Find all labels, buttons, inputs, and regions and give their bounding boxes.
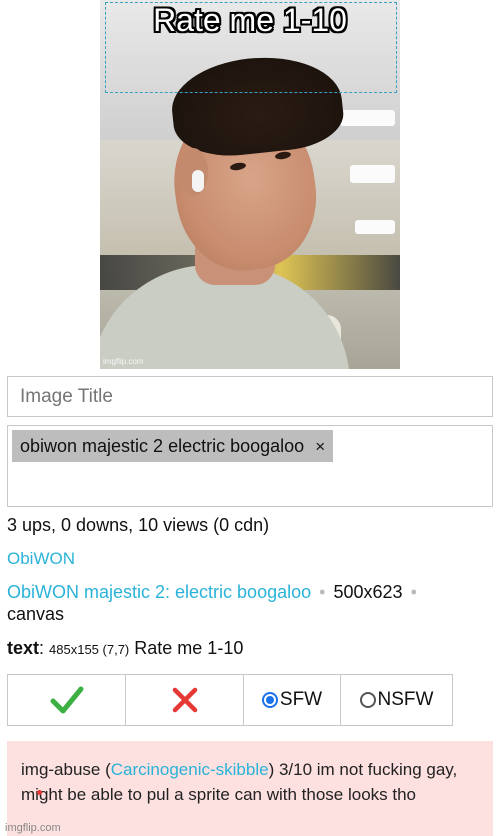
- image-meta: ObiWON majestic 2: electric boogaloo • 5…: [7, 581, 487, 625]
- tags-input[interactable]: obiwon majestic 2 electric boogaloo ×: [7, 425, 493, 507]
- flag-comment: img-abuse (Carcinogenic-skibble) 3/10 im…: [7, 741, 493, 836]
- separator: •: [319, 582, 326, 602]
- template-link[interactable]: ObiWON majestic 2: electric boogaloo: [7, 582, 311, 602]
- nsfw-label: NSFW: [377, 689, 434, 710]
- text-info: text: 485x155 (7,7) Rate me 1-10: [7, 638, 244, 658]
- ceiling-light: [355, 220, 395, 234]
- image-watermark: imgflip.com: [103, 357, 144, 366]
- checkmark-icon: [50, 686, 83, 714]
- tag-remove-icon[interactable]: ×: [315, 437, 325, 456]
- image-type: canvas: [7, 604, 65, 624]
- text-geometry: 485x155 (7,7): [49, 642, 130, 657]
- comment-prefix: img-abuse (: [21, 760, 111, 779]
- radio-selected-icon: [261, 692, 278, 708]
- comment-user-link[interactable]: Carcinogenic-skibble: [111, 760, 269, 779]
- image-stats: 3 ups, 0 downs, 10 views (0 cdn): [7, 515, 270, 535]
- reject-button[interactable]: [125, 674, 244, 726]
- earbud: [192, 170, 204, 192]
- footer-watermark: imgflip.com: [5, 822, 61, 834]
- ceiling-light: [340, 110, 395, 126]
- ceiling-light: [350, 165, 395, 183]
- text-label: text: [7, 638, 40, 658]
- radio-unselected-icon: [359, 692, 376, 708]
- caption-bounding-box[interactable]: [105, 2, 397, 93]
- indicator-dot: [37, 790, 42, 795]
- sfw-radio[interactable]: SFW: [243, 674, 341, 726]
- text-value: Rate me 1-10: [134, 638, 244, 658]
- image-dimensions: 500x623: [333, 582, 403, 602]
- x-icon: [172, 687, 197, 713]
- tag-label: obiwon majestic 2 electric boogaloo: [20, 436, 305, 456]
- separator: •: [410, 582, 417, 602]
- nsfw-radio[interactable]: NSFW: [340, 674, 453, 726]
- sfw-label: SFW: [279, 689, 323, 710]
- tag-chip: obiwon majestic 2 electric boogaloo ×: [12, 430, 334, 462]
- approve-button[interactable]: [7, 674, 126, 726]
- image-title-input[interactable]: [7, 376, 493, 417]
- uploader-link[interactable]: ObiWON: [7, 549, 75, 569]
